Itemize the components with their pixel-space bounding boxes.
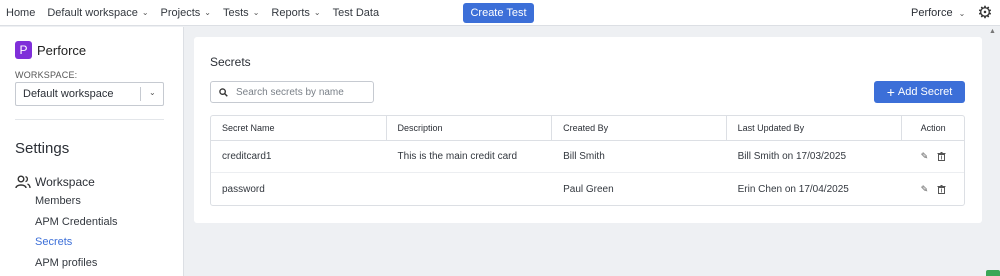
user-menu[interactable]: Perforce ⌄ [911,0,965,26]
nav-tests-label: Tests [223,6,249,19]
cell-description [387,173,553,205]
nav-test-data[interactable]: Test Data [333,7,379,19]
nav-test-data-label: Test Data [332,6,380,19]
nav-reports-label: Reports [271,6,310,19]
nav-workspace-label: Default workspace [47,6,138,19]
workspace-section: Workspace [15,175,95,189]
chevron-down-icon: ⌄ [141,8,149,17]
nav-projects-label: Projects [160,6,201,19]
column-header-last-updated-by[interactable]: Last Updated By [727,116,903,140]
add-secret-label: Add Secret [897,86,953,98]
gear-icon[interactable]: ⚙ [975,3,995,23]
table-header: Secret Name Description Created By Last … [211,116,964,141]
column-header-created-by[interactable]: Created By [552,116,727,140]
add-secret-button[interactable]: + Add Secret [874,81,965,103]
nav-home[interactable]: Home [6,7,35,19]
nav-home-label: Home [6,6,36,19]
cell-secret-name: password [222,183,265,195]
chevron-down-icon: ⌄ [204,8,211,17]
nav-tests-dropdown[interactable]: Tests ⌄ [223,7,259,19]
org-logo: P [15,41,32,59]
cell-created-by: Paul Green [563,183,614,195]
workspace-label: WORKSPACE: [15,70,78,80]
sidebar-item-apm-profiles[interactable]: APM profiles [35,257,97,269]
nav-projects-dropdown[interactable]: Projects ⌄ [161,7,211,19]
sidebar-item-members[interactable]: Members [35,195,81,207]
divider [15,119,164,120]
org-name: Perforce [37,42,87,58]
chevron-down-icon: ⌄ [958,8,966,18]
search-placeholder: Search secrets by name [236,86,344,98]
workspace-section-label: Workspace [35,175,95,189]
cell-last-updated-by: Erin Chen on 17/04/2025 [737,183,849,195]
chevron-down-icon: ⌄ [252,8,260,17]
sidebar-item-secrets[interactable]: Secrets [35,236,72,248]
scroll-up-arrow[interactable]: ▲ [989,28,999,36]
plus-icon: + [886,84,895,100]
cell-created-by: Bill Smith [563,151,605,162]
edit-icon[interactable]: ✎ [920,151,929,161]
select-divider [140,87,141,101]
cell-actions: ✎ [902,141,964,172]
settings-heading: Settings [15,140,70,157]
user-name: Perforce [911,7,953,19]
trash-icon[interactable] [937,152,946,161]
page-title: Secrets [210,55,251,69]
column-header-description[interactable]: Description [387,116,553,140]
search-icon [219,87,228,97]
secrets-table: Secret Name Description Created By Last … [210,115,965,206]
cell-secret-name: creditcard1 [222,151,272,162]
create-test-button[interactable]: Create Test [463,3,534,23]
sidebar-item-apm-credentials[interactable]: APM Credentials [35,216,118,228]
nav-reports-dropdown[interactable]: Reports ⌄ [271,7,320,19]
cell-last-updated-by: Bill Smith on 17/03/2025 [737,151,847,162]
chevron-down-icon: ⌄ [149,88,156,97]
users-icon [15,175,31,189]
nav-workspace-dropdown[interactable]: Default workspace ⌄ [47,7,148,19]
chevron-down-icon: ⌄ [313,8,321,17]
status-indicator [986,270,1000,276]
workspace-select-value: Default workspace [23,88,114,100]
table-row: creditcard1 This is the main credit card… [211,141,964,173]
column-header-secret-name[interactable]: Secret Name [211,116,387,140]
trash-icon[interactable] [937,184,946,194]
edit-icon[interactable]: ✎ [920,184,929,194]
sidebar: P Perforce WORKSPACE: Default workspace … [0,27,184,276]
cell-description: This is the main credit card [397,151,518,162]
cell-actions: ✎ [902,173,964,205]
table-row: password Paul Green Erin Chen on 17/04/2… [211,173,964,205]
search-input[interactable]: Search secrets by name [210,81,374,103]
column-header-action: Action [920,123,946,133]
workspace-select[interactable]: Default workspace ⌄ [15,82,164,106]
org-switcher[interactable]: P Perforce [15,41,86,59]
secrets-panel: Secrets Search secrets by name + Add Sec… [194,37,982,223]
